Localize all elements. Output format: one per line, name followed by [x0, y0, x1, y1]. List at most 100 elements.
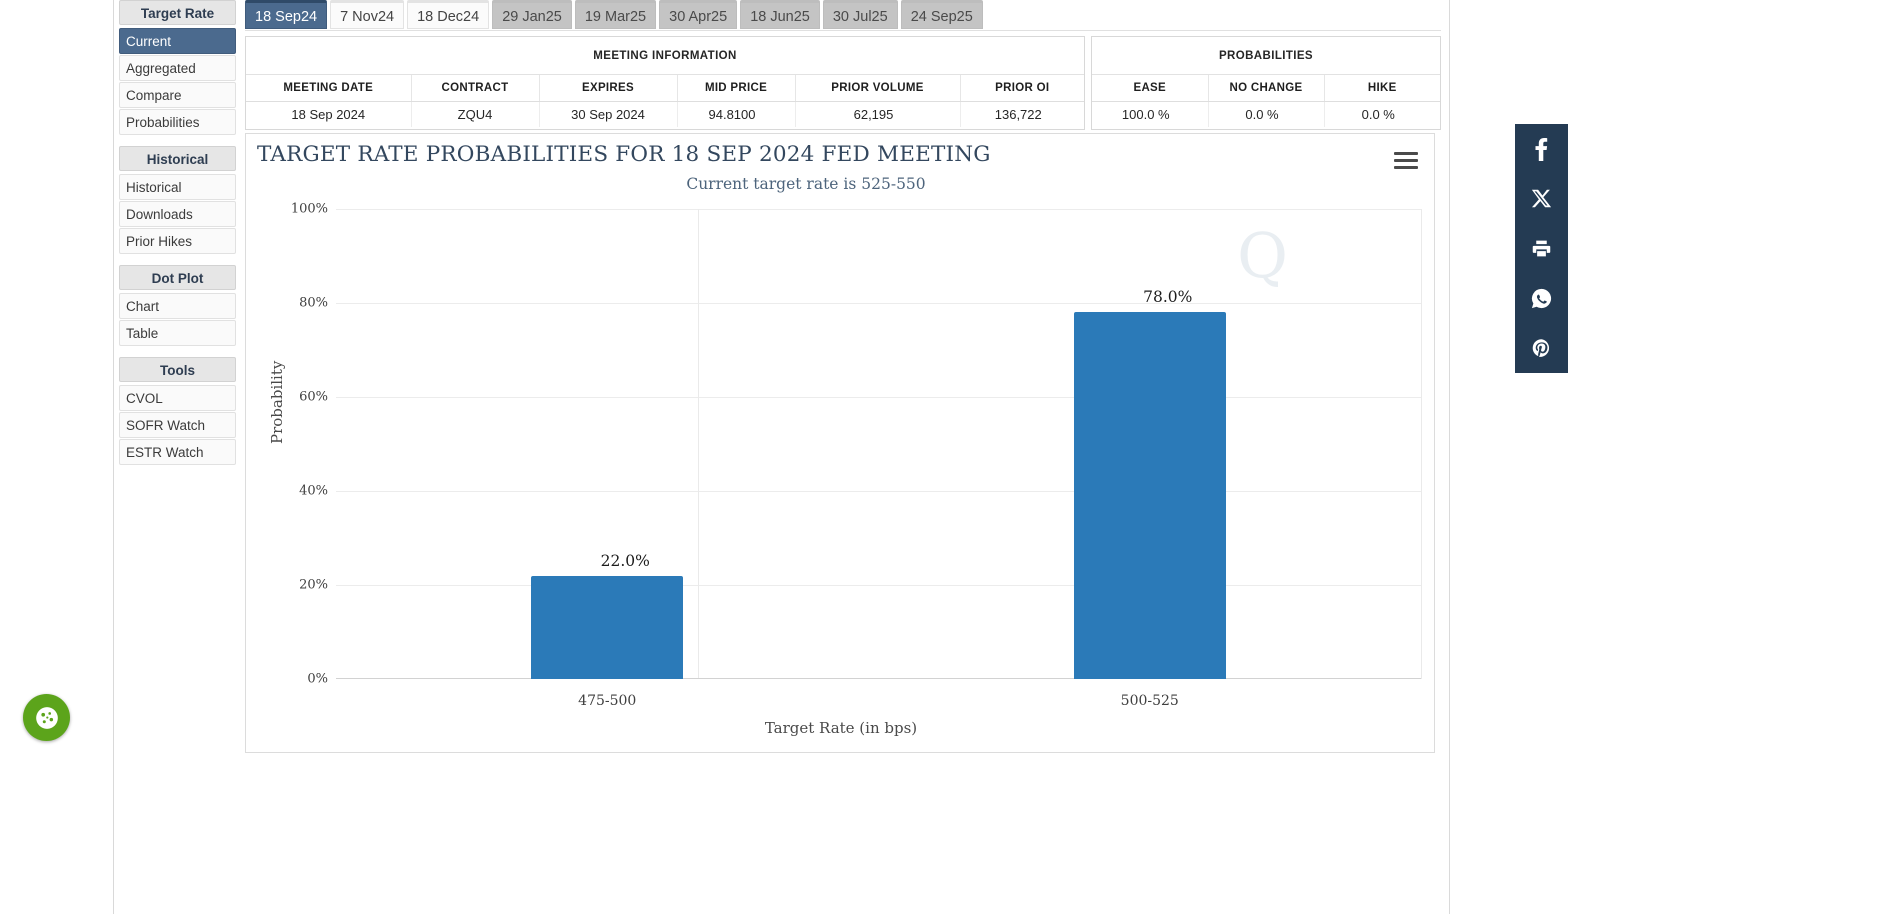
cell-meeting-date: 18 Sep 2024: [246, 101, 412, 127]
y-axis-tick-label: 100%: [290, 201, 328, 217]
sidebar-item-label: Probabilities: [126, 115, 200, 130]
column-header-no-change: NO CHANGE: [1208, 75, 1325, 102]
cookie-icon: [35, 706, 58, 729]
y-axis-label: Probability: [268, 360, 286, 444]
sidebar-group-header: Historical: [119, 146, 236, 171]
y-axis-tick-label: 80%: [299, 295, 328, 311]
column-header-ease: EASE: [1092, 75, 1209, 102]
sidebar-item-aggregated[interactable]: Aggregated: [119, 55, 236, 81]
column-header-mid-price: MID PRICE: [677, 75, 796, 102]
sidebar-item-chart[interactable]: Chart: [119, 293, 236, 319]
sidebar-item-table[interactable]: Table: [119, 320, 236, 346]
sidebar-item-label: SOFR Watch: [126, 418, 206, 433]
probabilities-panel: PROBABILITIES EASE NO CHANGE HIKE 100.0 …: [1091, 36, 1441, 130]
sidebar-item-probabilities[interactable]: Probabilities: [119, 109, 236, 135]
chart-title: TARGET RATE PROBABILITIES FOR 18 SEP 202…: [257, 142, 991, 167]
tab-18-jun25[interactable]: 18 Jun25: [740, 0, 820, 29]
whatsapp-share-icon[interactable]: [1515, 273, 1568, 323]
column-header-hike: HIKE: [1324, 75, 1440, 102]
column-header-meeting-date: MEETING DATE: [246, 75, 412, 102]
tab-24-sep25[interactable]: 24 Sep25: [900, 0, 983, 29]
sidebar-item-label: Table: [126, 326, 159, 341]
tab-19-mar25[interactable]: 19 Mar25: [574, 0, 657, 29]
tab-30-apr25[interactable]: 30 Apr25: [659, 0, 738, 29]
sidebar-item-label: CVOL: [126, 391, 163, 406]
panel-title: PROBABILITIES: [1092, 37, 1440, 75]
cell-mid-price: 94.8100: [677, 101, 796, 127]
chart-plot-area: 0% 20% 40% 60% 80% 100% 22.0% 475-500 78.0% 500-…: [291, 202, 1422, 709]
sidebar-group-header: Target Rate: [119, 0, 236, 25]
chart-gridline: [336, 585, 1421, 586]
sidebar-item-label: Prior Hikes: [126, 234, 193, 249]
sidebar-item-historical[interactable]: Historical: [119, 174, 236, 200]
column-header-prior-volume: PRIOR VOLUME: [795, 75, 961, 102]
column-header-contract: CONTRACT: [411, 75, 540, 102]
cell-prior-volume: 62,195: [795, 101, 961, 127]
sidebar-group-target-rate: Target Rate Current Aggregated Compare P…: [119, 0, 236, 135]
chart-bar[interactable]: [531, 575, 684, 679]
x-axis-line: [336, 678, 1421, 679]
meeting-information-table: MEETING DATE CONTRACT EXPIRES MID PRICE …: [246, 75, 1084, 127]
tab-18-dec24[interactable]: 18 Dec24: [407, 0, 490, 29]
sidebar-item-current[interactable]: Current: [119, 28, 236, 54]
sidebar-item-label: Historical: [126, 180, 182, 195]
print-icon[interactable]: [1515, 224, 1568, 274]
sidebar-item-label: Compare: [126, 88, 182, 103]
sidebar-item-estr-watch[interactable]: ESTR Watch: [119, 439, 236, 465]
sidebar-item-compare[interactable]: Compare: [119, 82, 236, 108]
sidebar-item-label: ESTR Watch: [126, 445, 204, 460]
tab-label: 29 Jan25: [502, 9, 562, 25]
chart-bar-value-label: 22.0%: [600, 551, 650, 570]
plot-vertical-divider: [697, 209, 699, 679]
table-header-row: MEETING DATE CONTRACT EXPIRES MID PRICE …: [246, 75, 1084, 102]
pinterest-share-icon[interactable]: [1515, 323, 1568, 373]
tab-label: 18 Dec24: [417, 9, 480, 25]
cell-no-change: 0.0 %: [1208, 101, 1325, 127]
tabs-underline: [245, 30, 1441, 31]
x-axis-label: Target Rate (in bps): [764, 719, 918, 737]
main-content: 18 Sep24 7 Nov24 18 Dec24 29 Jan25 19 Ma…: [245, 0, 1441, 914]
sidebar-group-header: Tools: [119, 357, 236, 382]
sidebar-item-prior-hikes[interactable]: Prior Hikes: [119, 228, 236, 254]
meeting-information-panel: MEETING INFORMATION MEETING DATE CONTRAC…: [245, 36, 1085, 130]
chart-bar[interactable]: [1073, 312, 1226, 679]
table-row: 100.0 % 0.0 % 0.0 %: [1092, 101, 1440, 127]
cookie-consent-button[interactable]: [23, 694, 70, 741]
tab-label: 24 Sep25: [910, 9, 973, 25]
cell-contract: ZQU4: [411, 101, 540, 127]
y-axis-tick-label: 0%: [307, 671, 328, 687]
panel-title: MEETING INFORMATION: [246, 37, 1084, 75]
sidebar-item-cvol[interactable]: CVOL: [119, 385, 236, 411]
sidebar-item-label: Chart: [126, 299, 160, 314]
chart-gridline: [336, 303, 1421, 304]
tab-7-nov24[interactable]: 7 Nov24: [330, 0, 405, 29]
table-header-row: EASE NO CHANGE HIKE: [1092, 75, 1440, 102]
tab-label: 30 Jul25: [832, 9, 888, 25]
chart-subtitle: Current target rate is 525-550: [686, 175, 926, 193]
x-twitter-share-icon[interactable]: [1515, 174, 1568, 224]
probabilities-table: EASE NO CHANGE HIKE 100.0 % 0.0 % 0.0 %: [1092, 75, 1440, 127]
cell-hike: 0.0 %: [1324, 101, 1440, 127]
tab-18-sep24[interactable]: 18 Sep24: [245, 0, 328, 29]
sidebar-group-historical: Historical Historical Downloads Prior Hi…: [119, 146, 236, 254]
x-axis-tick-label: 500-525: [1120, 693, 1179, 709]
sidebar-item-downloads[interactable]: Downloads: [119, 201, 236, 227]
cell-expires: 30 Sep 2024: [539, 101, 678, 127]
column-header-expires: EXPIRES: [539, 75, 678, 102]
gutter-divider: [113, 0, 114, 914]
sidebar-item-label: Downloads: [126, 207, 193, 222]
chart-bar-value-label: 78.0%: [1143, 288, 1193, 307]
column-header-prior-oi: PRIOR OI: [960, 75, 1084, 102]
hamburger-menu-icon[interactable]: [1394, 152, 1418, 169]
chart-gridline: [336, 209, 1421, 210]
sidebar-group-header: Dot Plot: [119, 265, 236, 290]
tab-30-jul25[interactable]: 30 Jul25: [822, 0, 898, 29]
sidebar-item-sofr-watch[interactable]: SOFR Watch: [119, 412, 236, 438]
chart-gridline: [336, 397, 1421, 398]
tab-29-jan25[interactable]: 29 Jan25: [492, 0, 572, 29]
left-gutter: [0, 0, 113, 914]
facebook-share-icon[interactable]: [1515, 124, 1568, 174]
sidebar-item-label: Current: [126, 34, 172, 49]
sidebar: Target Rate Current Aggregated Compare P…: [119, 0, 236, 914]
tab-label: 18 Jun25: [750, 9, 810, 25]
